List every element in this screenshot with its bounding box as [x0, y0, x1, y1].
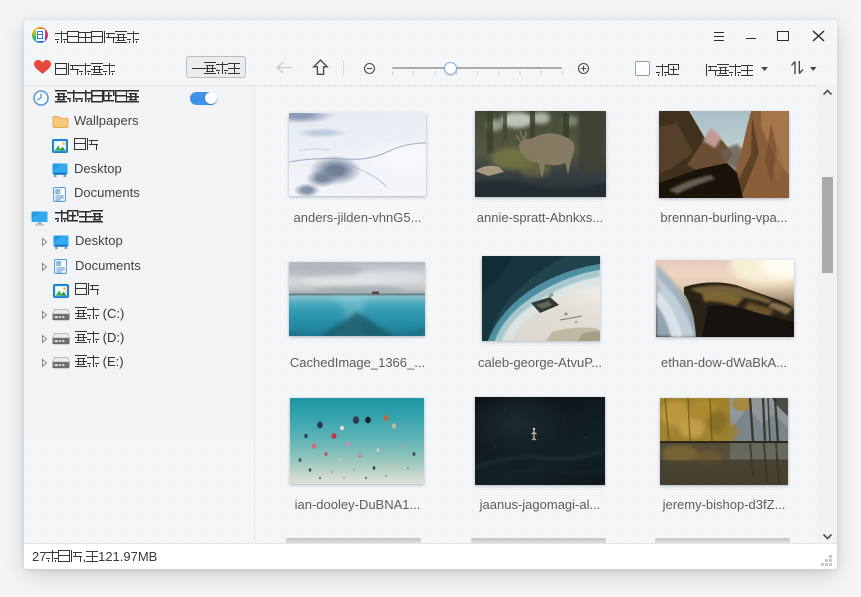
- svg-text:W: W: [57, 261, 62, 266]
- svg-text:W: W: [56, 189, 61, 194]
